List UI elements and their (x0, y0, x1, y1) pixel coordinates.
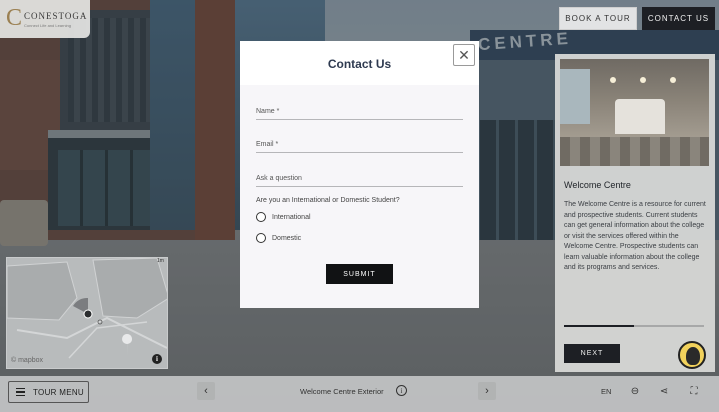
photo-lamp (670, 77, 676, 83)
map-scale-label: 1m (157, 258, 164, 264)
current-scene-name: Welcome Centre Exterior (300, 387, 384, 396)
language-selector[interactable]: EN (601, 387, 611, 396)
photo-window (560, 69, 590, 124)
close-modal-button[interactable]: ✕ (453, 44, 475, 66)
mascot-avatar[interactable] (678, 341, 706, 369)
previous-scene-button[interactable]: ‹ (197, 382, 215, 400)
radio-circle-icon (256, 233, 266, 243)
photo-lamp (610, 77, 616, 83)
logo-mark: C (6, 5, 23, 31)
location-info-panel: Welcome Centre The Welcome Centre is a r… (555, 54, 715, 372)
share-icon[interactable]: ⋖ (657, 384, 671, 398)
bottom-toolbar: TOUR MENU ‹ Welcome Centre Exterior i › … (0, 376, 719, 412)
question-field[interactable]: Ask a question (256, 171, 463, 187)
scene-info-icon[interactable]: i (396, 385, 407, 396)
email-field[interactable]: Email * (256, 137, 463, 153)
mapbox-logo[interactable]: © mapbox (11, 357, 43, 364)
close-icon: ✕ (458, 46, 470, 63)
chevron-right-icon: › (485, 385, 489, 397)
modal-title: Contact Us (327, 57, 392, 71)
tour-menu-label: TOUR MENU (33, 387, 84, 397)
radio-label: International (272, 213, 311, 221)
name-field[interactable]: Name * (256, 104, 463, 120)
student-type-question: Are you an International or Domestic Stu… (256, 197, 400, 204)
link-icon[interactable]: ⊖ (628, 384, 642, 398)
radio-domestic[interactable]: Domestic (256, 233, 301, 243)
map-info-icon[interactable]: i (152, 354, 162, 364)
tour-progress-fill (564, 325, 634, 327)
chevron-left-icon: ‹ (204, 385, 208, 397)
contact-us-modal: Contact Us ✕ Name * Email * Ask a questi… (240, 41, 479, 308)
hamburger-menu-icon (16, 388, 25, 396)
contact-us-button[interactable]: CONTACT US (642, 7, 715, 30)
radio-circle-icon (256, 212, 266, 222)
next-scene-button[interactable]: › (478, 382, 496, 400)
photo-reception-desk (615, 99, 665, 134)
fullscreen-icon[interactable]: ⛶ (687, 384, 701, 398)
radio-international[interactable]: International (256, 212, 311, 222)
welcome-centre-photo (560, 59, 709, 166)
info-description: The Welcome Centre is a resource for cur… (564, 201, 706, 271)
next-button[interactable]: NEXT (564, 344, 620, 363)
photo-lamp (640, 77, 646, 83)
book-a-tour-button[interactable]: BOOK A TOUR (559, 7, 637, 30)
radio-label: Domestic (272, 234, 302, 242)
info-title: Welcome Centre (564, 180, 631, 190)
contact-form: Name * Email * Ask a question Are you an… (240, 85, 479, 308)
logo-name: CONESTOGA (24, 11, 88, 21)
conestoga-logo[interactable]: C CONESTOGA Connect Life and Learning (0, 0, 90, 38)
minimap-shapes (7, 258, 167, 359)
submit-button[interactable]: SUBMIT (326, 264, 393, 284)
logo-tagline: Connect Life and Learning (24, 23, 71, 28)
photo-floor (560, 137, 709, 166)
modal-header: Contact Us ✕ (240, 41, 479, 85)
minimap[interactable]: 1m © mapbox i (6, 257, 168, 369)
tour-menu-button[interactable]: TOUR MENU (8, 381, 89, 403)
tour-progress-bar (564, 325, 704, 327)
